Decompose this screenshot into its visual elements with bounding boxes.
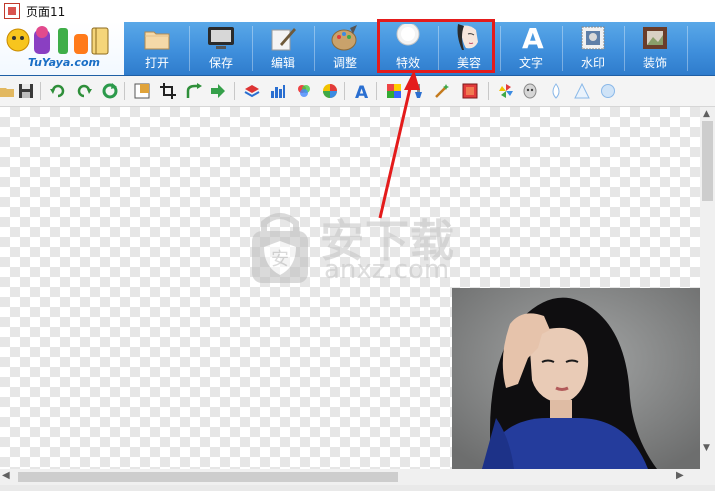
next-icon[interactable]	[210, 83, 226, 99]
open-folder-icon	[144, 31, 170, 50]
save-button[interactable]: 保存	[190, 22, 252, 75]
adjust-button[interactable]: 调整	[314, 22, 376, 75]
pinwheel-icon[interactable]	[498, 83, 514, 99]
scroll-up-icon[interactable]: ▲	[703, 109, 710, 119]
open-button[interactable]: 打开	[126, 22, 188, 75]
app-icon	[4, 3, 20, 19]
decoration-frame-icon	[643, 27, 667, 49]
scroll-left-icon[interactable]: ◀	[2, 470, 10, 481]
toolbar-divider	[124, 82, 125, 100]
edit-button[interactable]: 编辑	[252, 22, 314, 75]
portrait-image	[452, 288, 700, 469]
edit-pen-icon	[271, 28, 296, 51]
text-letter-icon: A	[522, 24, 544, 52]
vertical-scrollbar[interactable]: ▲ ▼	[700, 107, 715, 469]
text-label: 文字	[518, 56, 543, 70]
brush-icon[interactable]	[410, 83, 426, 99]
site-watermark: 安 安下载 anxz.com	[248, 203, 468, 293]
app-logo: TuYaya.com	[0, 22, 124, 75]
undo-icon[interactable]	[50, 83, 66, 99]
triangle-icon[interactable]	[574, 83, 590, 99]
fill-icon[interactable]	[462, 83, 478, 99]
svg-text:A: A	[355, 83, 369, 99]
save-label: 保存	[208, 56, 233, 70]
toolbar-divider	[344, 82, 345, 100]
vertical-scroll-thumb[interactable]	[702, 121, 713, 201]
save-small-icon[interactable]	[18, 83, 34, 99]
main-toolbar: TuYaya.com 打开 保存 编辑 调整 特效 美容 A 文字 水印 装饰	[0, 22, 715, 76]
secondary-toolbar: A	[0, 76, 715, 107]
title-bar: 页面11	[0, 0, 715, 22]
image-canvas[interactable]: 安 安下载 anxz.com	[0, 107, 700, 469]
logo-figures-icon	[6, 26, 109, 55]
effects-beauty-highlight	[377, 19, 495, 73]
decoration-label: 装饰	[642, 56, 667, 70]
text-button[interactable]: A 文字	[500, 22, 562, 75]
toolbar-divider	[376, 82, 377, 100]
toolbar-divider	[488, 82, 489, 100]
adjust-label: 调整	[332, 56, 357, 70]
layers-icon[interactable]	[244, 83, 260, 99]
watermark-button[interactable]: 水印	[562, 22, 624, 75]
portrait-photo[interactable]	[452, 288, 700, 469]
edit-label: 编辑	[270, 56, 295, 70]
decoration-button[interactable]: 装饰	[624, 22, 686, 75]
drop-icon[interactable]	[548, 83, 564, 99]
scroll-down-icon[interactable]: ▼	[703, 443, 710, 453]
histogram-icon[interactable]	[270, 83, 286, 99]
save-monitor-icon	[208, 27, 234, 49]
rotate-icon[interactable]	[186, 83, 202, 99]
window-title: 页面11	[26, 4, 66, 19]
toolbar-divider	[687, 26, 688, 71]
resize-icon[interactable]	[134, 83, 150, 99]
logo-text: TuYaya.com	[28, 56, 100, 69]
shield-lock-icon: 安	[252, 213, 308, 283]
crop-icon[interactable]	[160, 83, 176, 99]
toolbar-divider	[234, 82, 235, 100]
watermark-stamp-icon	[581, 26, 605, 50]
horizontal-scroll-thumb[interactable]	[18, 472, 398, 482]
horizontal-scrollbar[interactable]: ◀ ▶	[0, 469, 700, 485]
gradient-icon[interactable]	[386, 83, 402, 99]
color-balance-icon[interactable]	[296, 83, 312, 99]
open-small-icon[interactable]	[0, 83, 16, 99]
face-mask-icon[interactable]	[522, 83, 538, 99]
refresh-icon[interactable]	[102, 83, 118, 99]
watermark-text-en: anxz.com	[324, 255, 450, 285]
svg-text:A: A	[522, 24, 544, 52]
open-label: 打开	[144, 56, 169, 70]
watermark-badge: 安	[271, 249, 289, 270]
watermark-label: 水印	[580, 56, 605, 70]
status-strip	[0, 485, 715, 491]
scroll-right-icon[interactable]: ▶	[676, 470, 684, 481]
magic-wand-icon[interactable]	[434, 83, 450, 99]
circle-icon[interactable]	[600, 83, 616, 99]
adjust-palette-icon	[331, 25, 357, 51]
redo-icon[interactable]	[76, 83, 92, 99]
text-style-icon[interactable]: A	[354, 83, 370, 99]
toolbar-divider	[40, 82, 41, 100]
scroll-corner	[700, 469, 715, 485]
color-wheel-icon[interactable]	[322, 83, 338, 99]
